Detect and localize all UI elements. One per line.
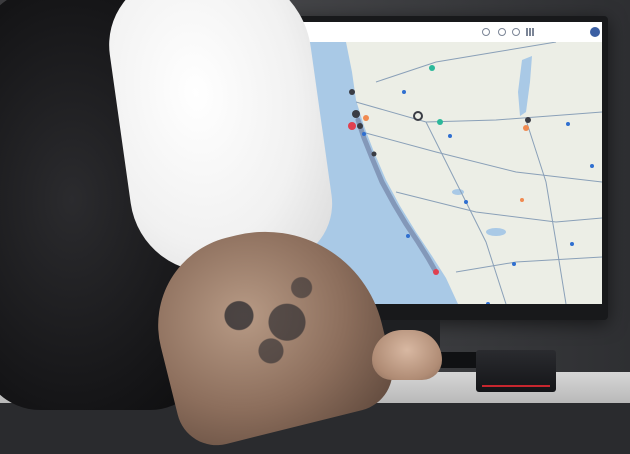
photo-scene (0, 0, 630, 454)
cluster-icon[interactable] (357, 123, 363, 129)
pin-icon[interactable] (429, 65, 435, 71)
grid-menu-icon[interactable] (526, 28, 534, 36)
pin-icon[interactable] (402, 90, 406, 94)
person-hand (372, 330, 442, 380)
pin-icon[interactable] (520, 198, 524, 202)
map-lake (486, 228, 506, 236)
user-name (536, 28, 588, 36)
pin-icon[interactable] (437, 119, 443, 125)
cluster-icon[interactable] (349, 89, 355, 95)
pin-icon[interactable] (362, 132, 366, 136)
dock-accent-stripe (482, 385, 550, 387)
docking-station (476, 350, 556, 392)
pin-icon[interactable] (523, 125, 529, 131)
pin-icon[interactable] (448, 134, 452, 138)
cluster-icon[interactable] (352, 110, 360, 118)
search-icon[interactable] (498, 28, 506, 36)
pin-icon[interactable] (566, 122, 570, 126)
pin-icon[interactable] (433, 269, 439, 275)
cluster-icon[interactable] (525, 117, 531, 123)
refresh-icon[interactable] (512, 28, 520, 36)
cluster-icon[interactable] (371, 151, 377, 157)
avatar[interactable] (590, 27, 600, 37)
pin-icon[interactable] (348, 122, 356, 130)
help-icon[interactable] (482, 28, 490, 36)
pin-icon[interactable] (570, 242, 574, 246)
pin-icon[interactable] (512, 262, 516, 266)
pin-icon[interactable] (464, 200, 468, 204)
pin-icon[interactable] (590, 164, 594, 168)
pin-icon[interactable] (406, 234, 410, 238)
pin-icon[interactable] (363, 115, 369, 121)
